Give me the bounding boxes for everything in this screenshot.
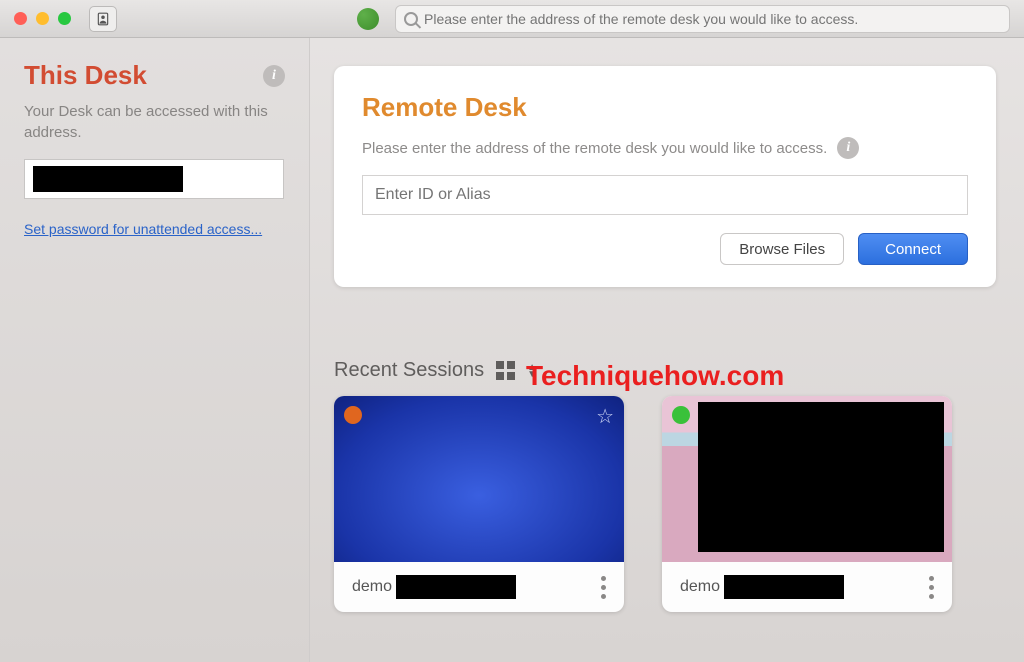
session-name: demo	[680, 575, 844, 599]
close-window-button[interactable]	[14, 12, 27, 25]
main-panel: Remote Desk Please enter the address of …	[310, 38, 1024, 662]
session-thumbnail	[662, 396, 952, 562]
remote-id-input[interactable]	[362, 175, 968, 215]
remote-desk-card: Remote Desk Please enter the address of …	[334, 66, 996, 287]
browse-files-button[interactable]: Browse Files	[720, 233, 844, 265]
remote-desk-title: Remote Desk	[362, 92, 968, 123]
this-desk-title: This Desk	[24, 60, 147, 91]
contacts-button[interactable]	[89, 6, 117, 32]
minimize-window-button[interactable]	[36, 12, 49, 25]
watermark-text: Techniquehow.com	[526, 360, 784, 392]
person-icon	[96, 12, 110, 26]
session-card[interactable]: demo	[662, 396, 952, 612]
maximize-window-button[interactable]	[58, 12, 71, 25]
redacted-thumbnail	[698, 402, 944, 552]
app-body: This Desk i Your Desk can be accessed wi…	[0, 38, 1024, 662]
status-indicator-icon	[357, 8, 379, 30]
set-password-link[interactable]: Set password for unattended access...	[24, 221, 262, 237]
info-icon[interactable]: i	[837, 137, 859, 159]
search-icon	[404, 12, 418, 26]
window-controls	[14, 12, 71, 25]
session-name-prefix: demo	[352, 578, 392, 596]
title-bar	[0, 0, 1024, 38]
status-dot-icon	[344, 406, 362, 424]
remote-desk-description: Please enter the address of the remote d…	[362, 140, 827, 157]
session-menu-button[interactable]	[601, 576, 606, 599]
redacted-name	[724, 575, 844, 599]
grid-view-icon[interactable]	[496, 361, 515, 380]
favorite-icon[interactable]: ☆	[596, 404, 614, 429]
address-search-input[interactable]	[424, 11, 1001, 27]
session-menu-button[interactable]	[929, 576, 934, 599]
redacted-address	[33, 166, 183, 192]
info-icon[interactable]: i	[263, 65, 285, 87]
redacted-name	[396, 575, 516, 599]
session-name-prefix: demo	[680, 578, 720, 596]
session-card[interactable]: ☆ demo	[334, 396, 624, 612]
connect-button[interactable]: Connect	[858, 233, 968, 265]
this-desk-panel: This Desk i Your Desk can be accessed wi…	[0, 38, 310, 662]
recent-sessions-title: Recent Sessions	[334, 359, 484, 382]
status-dot-icon	[672, 406, 690, 424]
recent-sessions-section: Recent Sessions ▲▼ ☆ demo	[334, 359, 996, 612]
this-desk-description: Your Desk can be accessed with this addr…	[24, 101, 285, 143]
session-name: demo	[352, 575, 516, 599]
session-thumbnail: ☆	[334, 396, 624, 562]
address-search[interactable]	[395, 5, 1010, 33]
this-desk-address-field[interactable]	[24, 159, 284, 199]
